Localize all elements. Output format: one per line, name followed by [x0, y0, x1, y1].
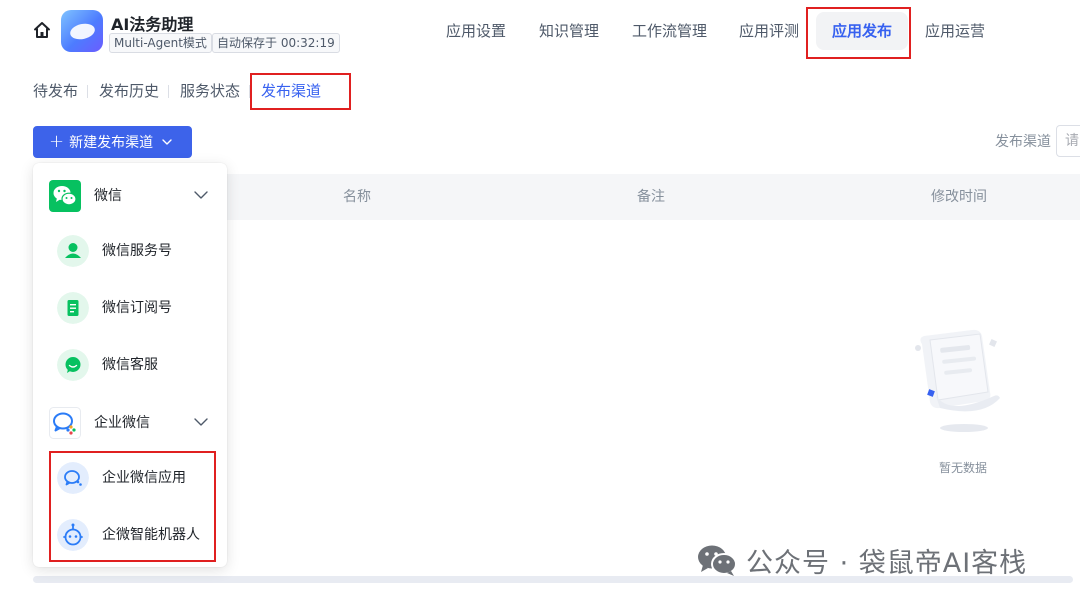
tab-publish[interactable]: 应用发布 [816, 12, 909, 50]
chevron-down-icon [162, 139, 172, 145]
new-channel-label: 新建发布渠道 [69, 135, 154, 151]
plus-icon: + [49, 131, 65, 152]
column-header-remark: 备注 [637, 189, 665, 205]
robot-icon [57, 519, 89, 551]
wecom-app-icon [57, 462, 89, 494]
watermark: 公众号 · 袋鼠帝AI客栈 [696, 540, 1027, 580]
dropdown-item-subscription-account[interactable]: 微信订阅号 [33, 280, 227, 336]
subtab-history[interactable]: 发布历史 [99, 78, 159, 104]
tab-evaluation[interactable]: 应用评测 [739, 10, 799, 52]
divider [168, 85, 169, 98]
home-icon[interactable] [32, 20, 52, 40]
column-header-name: 名称 [343, 189, 371, 205]
filter-label: 发布渠道 [995, 134, 1051, 150]
dropdown-group-wechat[interactable]: 微信 [33, 165, 227, 221]
subtab-service-status[interactable]: 服务状态 [180, 78, 240, 104]
wechat-logo-icon [698, 545, 737, 576]
dropdown-item-customer-service[interactable]: 微信客服 [33, 337, 227, 393]
app-name: AI法务助理 [111, 15, 194, 34]
dropdown-group-label: 微信 [94, 188, 122, 204]
channel-filter-input[interactable]: 请 [1056, 125, 1080, 157]
chevron-down-icon [194, 418, 208, 426]
new-channel-dropdown: 微信 微信服务号 微信订阅号 微信客服 企业微信 企业微信应用 企微智能机器人 [33, 163, 227, 567]
tab-app-settings[interactable]: 应用设置 [446, 10, 506, 52]
app-header: AI法务助理 Multi-Agent模式 自动保存于 00:32:19 应用设置… [0, 0, 1080, 62]
chevron-down-icon [194, 191, 208, 199]
subscription-account-icon [57, 292, 89, 324]
dropdown-item-label: 微信客服 [102, 357, 158, 373]
customer-service-icon [57, 349, 89, 381]
divider [249, 85, 250, 98]
autosave-tag: 自动保存于 00:32:19 [212, 33, 340, 53]
dropdown-group-wecom[interactable]: 企业微信 [33, 392, 227, 448]
dropdown-item-service-account[interactable]: 微信服务号 [33, 223, 227, 279]
wechat-icon [49, 180, 81, 212]
wecom-icon [49, 407, 81, 439]
column-header-modified-time: 修改时间 [931, 189, 987, 205]
dropdown-item-label: 企业微信应用 [102, 470, 186, 486]
empty-state-text: 暂无数据 [939, 461, 988, 475]
tab-operation[interactable]: 应用运营 [925, 10, 985, 52]
empty-state-illustration [915, 329, 1000, 432]
dropdown-item-label: 微信服务号 [102, 243, 172, 259]
app-logo [61, 10, 103, 52]
new-channel-button[interactable]: + 新建发布渠道 [33, 126, 192, 158]
mode-tag: Multi-Agent模式 [109, 33, 212, 53]
tab-workflow[interactable]: 工作流管理 [632, 10, 707, 52]
dropdown-item-robot[interactable]: 企微智能机器人 [33, 507, 227, 563]
watermark-text: 公众号 · 袋鼠帝AI客栈 [746, 547, 1028, 579]
dropdown-item-label: 微信订阅号 [102, 300, 172, 316]
service-account-icon [57, 235, 89, 267]
subtab-pending[interactable]: 待发布 [33, 78, 78, 104]
dropdown-item-label: 企微智能机器人 [102, 527, 200, 543]
tab-knowledge[interactable]: 知识管理 [539, 10, 599, 52]
dropdown-group-label: 企业微信 [94, 415, 150, 431]
divider [87, 85, 88, 98]
dropdown-item-wecom-app[interactable]: 企业微信应用 [33, 450, 227, 506]
subtab-channels[interactable]: 发布渠道 [261, 78, 321, 104]
